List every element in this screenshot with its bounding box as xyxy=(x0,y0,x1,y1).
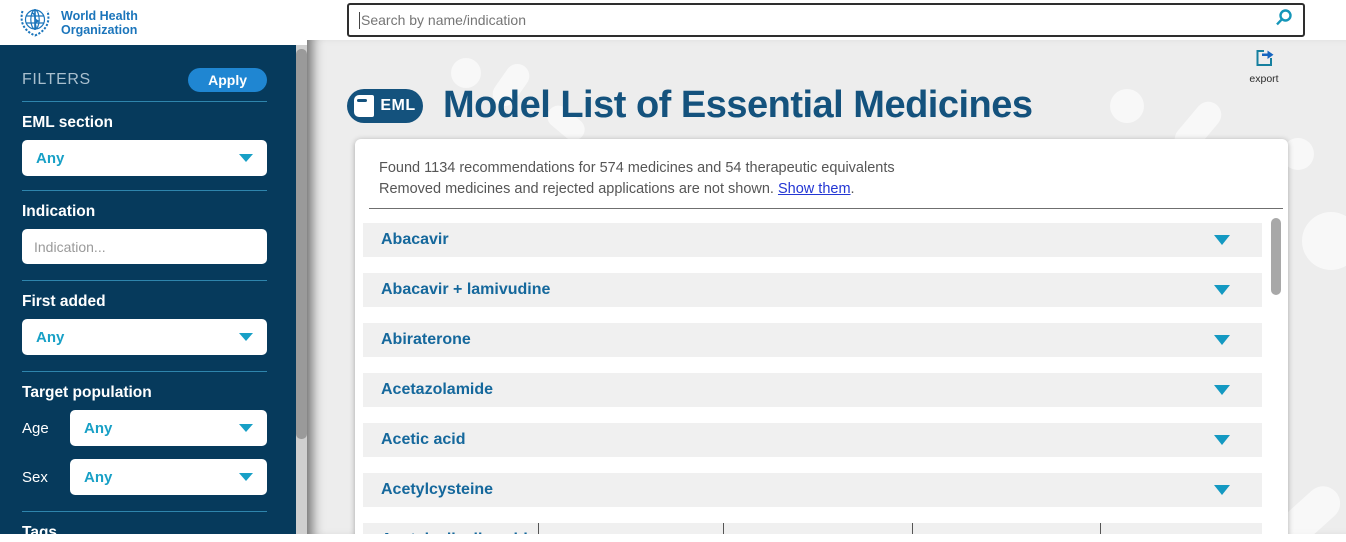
chevron-down-icon xyxy=(1214,235,1230,245)
summary-line1: Found 1134 recommendations for 574 medic… xyxy=(379,158,1264,179)
export-icon xyxy=(1252,57,1276,74)
book-icon xyxy=(354,95,374,117)
search-input[interactable] xyxy=(361,12,1274,28)
divider xyxy=(22,371,267,372)
eml-section-select[interactable]: Any xyxy=(22,140,267,176)
sex-select[interactable]: Any xyxy=(70,459,267,495)
who-logo[interactable]: World Health Organization xyxy=(16,2,138,45)
filter-label-target-population: Target population xyxy=(22,384,267,402)
medicine-row[interactable]: Abiraterone xyxy=(363,323,1262,357)
main-content: EML Model List of Essential Medicines ex… xyxy=(307,40,1346,534)
column-divider xyxy=(538,523,539,534)
divider xyxy=(22,511,267,512)
sidebar-scrollbar[interactable] xyxy=(296,45,307,534)
medicine-row[interactable]: Acetylcysteine xyxy=(363,473,1262,507)
medicine-name: Acetylcysteine xyxy=(381,481,493,499)
medicine-name: Abacavir + lamivudine xyxy=(381,281,550,299)
who-logo-text: World Health Organization xyxy=(61,10,138,38)
column-divider xyxy=(912,523,913,534)
first-added-select[interactable]: Any xyxy=(22,319,267,355)
filter-label-indication: Indication xyxy=(22,203,267,221)
results-card: Found 1134 recommendations for 574 medic… xyxy=(355,139,1288,534)
sex-label: Sex xyxy=(22,469,70,486)
column-divider xyxy=(1100,523,1101,534)
medicine-row[interactable]: Acetazolamide xyxy=(363,373,1262,407)
search-bar[interactable] xyxy=(347,3,1305,37)
medicine-name: Abiraterone xyxy=(381,331,471,349)
export-label: export xyxy=(1238,73,1290,85)
filter-label-eml-section: EML section xyxy=(22,114,267,132)
export-button[interactable]: export xyxy=(1238,46,1290,85)
filter-label-first-added: First added xyxy=(22,293,267,311)
apply-button[interactable]: Apply xyxy=(188,68,267,92)
show-them-link[interactable]: Show them xyxy=(778,181,851,197)
divider xyxy=(369,208,1283,209)
chevron-down-icon xyxy=(1214,435,1230,445)
column-divider xyxy=(723,523,724,534)
text-cursor xyxy=(359,12,360,29)
eml-badge-label: EML xyxy=(380,97,415,115)
tablet-watermark xyxy=(1110,89,1144,123)
summary-line2: Removed medicines and rejected applicati… xyxy=(379,179,1264,200)
filters-title: FILTERS xyxy=(22,71,91,89)
list-scrollbar-thumb[interactable] xyxy=(1271,218,1281,295)
chevron-down-icon xyxy=(1214,385,1230,395)
page-title: Model List of Essential Medicines xyxy=(443,84,1033,127)
medicine-list: Abacavir Abacavir + lamivudine Abiratero… xyxy=(355,223,1288,507)
medicine-row[interactable]: Abacavir xyxy=(363,223,1262,257)
medicine-row[interactable]: Acetylsalicylic acid xyxy=(363,523,1262,534)
chevron-down-icon xyxy=(239,154,253,162)
results-summary: Found 1134 recommendations for 574 medic… xyxy=(355,139,1288,199)
chevron-down-icon xyxy=(239,333,253,341)
first-added-value: Any xyxy=(36,329,64,346)
age-value: Any xyxy=(84,420,112,437)
search-icon[interactable] xyxy=(1274,8,1293,32)
medicine-row[interactable]: Acetic acid xyxy=(363,423,1262,457)
who-globe-icon xyxy=(16,2,54,45)
medicine-name: Acetazolamide xyxy=(381,381,493,399)
sidebar-scrollbar-thumb[interactable] xyxy=(296,49,307,439)
divider xyxy=(22,190,267,191)
medicine-name: Abacavir xyxy=(381,231,449,249)
chevron-down-icon xyxy=(1214,335,1230,345)
divider xyxy=(22,280,267,281)
age-select[interactable]: Any xyxy=(70,410,267,446)
medicine-name: Acetic acid xyxy=(381,431,465,449)
top-bar: World Health Organization xyxy=(0,0,1346,40)
eml-badge: EML xyxy=(347,89,423,123)
chevron-down-icon xyxy=(239,473,253,481)
chevron-down-icon xyxy=(1214,285,1230,295)
filter-label-tags: Tags xyxy=(22,524,267,542)
medicine-row[interactable]: Abacavir + lamivudine xyxy=(363,273,1262,307)
age-label: Age xyxy=(22,420,70,437)
chevron-down-icon xyxy=(239,424,253,432)
sex-value: Any xyxy=(84,469,112,486)
filters-sidebar: FILTERS Apply EML section Any Indication… xyxy=(0,45,296,534)
indication-input[interactable] xyxy=(22,229,267,264)
chevron-down-icon xyxy=(1214,485,1230,495)
eml-section-value: Any xyxy=(36,150,64,167)
tablet-watermark xyxy=(1302,212,1346,270)
divider xyxy=(22,101,267,102)
